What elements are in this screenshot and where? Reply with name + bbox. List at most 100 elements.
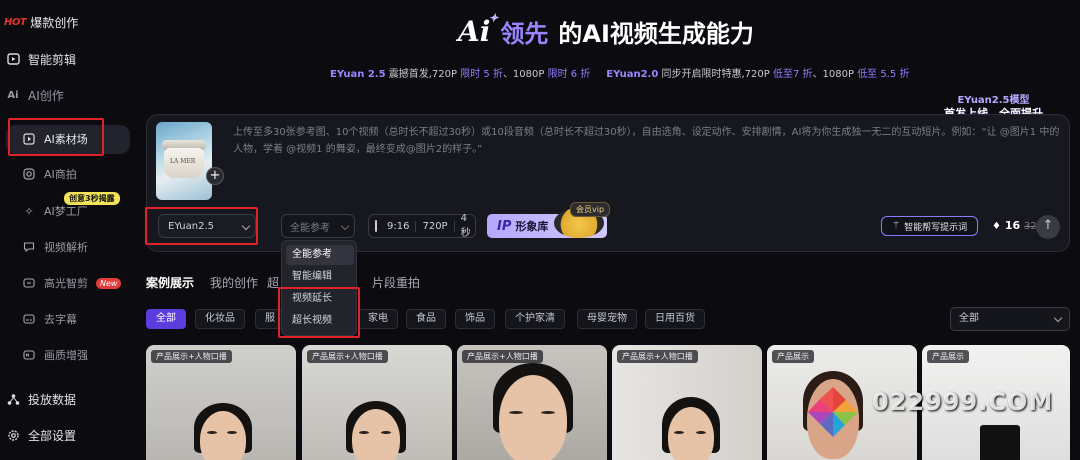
sidebar-item-video-analysis[interactable]: 视频解析 bbox=[22, 234, 88, 260]
add-reference-button[interactable]: + bbox=[206, 167, 224, 185]
filter-chip-clothing[interactable]: 服 bbox=[255, 309, 283, 329]
card-tag: 产品展示+人物口播 bbox=[462, 350, 543, 363]
hd-icon bbox=[22, 348, 36, 362]
chevron-down-icon bbox=[340, 221, 350, 231]
sidebar-item-ai-material[interactable]: AI素材场 bbox=[22, 126, 88, 152]
portrait-eye bbox=[207, 431, 217, 434]
case-card[interactable]: 产品展示+人物口播 bbox=[457, 345, 607, 460]
vip-badge: 会员vip bbox=[570, 202, 611, 217]
video-spec-select[interactable]: 9:16 720P 4秒 bbox=[368, 213, 476, 239]
chat-icon bbox=[22, 240, 36, 254]
duration-value: 4秒 bbox=[460, 213, 471, 239]
scissors-icon bbox=[22, 276, 36, 290]
arrow-up-icon: ↑ bbox=[1042, 218, 1054, 233]
sidebar: HOT 爆款创作 智能剪辑 Ai AI创作 AI素材场 AI商拍 创意3秒揭露 … bbox=[0, 0, 132, 460]
model-select[interactable]: EYuan2.5 bbox=[158, 214, 256, 238]
sidebar-item-ad-data[interactable]: 投放数据 bbox=[6, 386, 76, 412]
chevron-down-icon bbox=[241, 221, 251, 231]
filter-chip-all[interactable]: 全部 bbox=[146, 309, 186, 329]
filter-chip-baby-pet[interactable]: 母婴宠物 bbox=[577, 309, 637, 329]
card-tag: 产品展示+人物口播 bbox=[307, 350, 388, 363]
portrait-eye bbox=[509, 411, 523, 414]
sidebar-item-label: 高光智剪 bbox=[44, 277, 88, 290]
network-icon bbox=[6, 392, 20, 406]
product-box bbox=[980, 425, 1020, 460]
sidebar-item-remove-subtitle[interactable]: 去字幕 bbox=[22, 306, 77, 332]
sidebar-item-label: AI商拍 bbox=[44, 168, 77, 181]
tab-cases[interactable]: 案例展示 bbox=[146, 274, 194, 291]
sidebar-item-label: 全部设置 bbox=[28, 428, 77, 443]
filter-chip-accessories[interactable]: 饰品 bbox=[455, 309, 495, 329]
promo-subtitle: EYuan 2.5 震撼首发,720P 限时 5 折、1080P 限时 6 折 … bbox=[330, 69, 910, 80]
new-badge: New bbox=[96, 277, 122, 289]
menu-item-smart-edit[interactable]: 智能编辑 bbox=[286, 267, 354, 287]
ip-prefix: IP bbox=[497, 218, 512, 234]
sidebar-item-label: 视频解析 bbox=[44, 241, 88, 254]
portrait-face bbox=[352, 409, 400, 460]
film-icon bbox=[6, 52, 20, 66]
case-card[interactable]: 产品展示+人物口播 bbox=[612, 345, 762, 460]
submit-button[interactable]: ↑ bbox=[1036, 215, 1060, 239]
portrait-eye bbox=[381, 431, 391, 434]
sidebar-item-ai-photo[interactable]: AI商拍 bbox=[22, 161, 77, 187]
sidebar-item-label: AI素材场 bbox=[44, 133, 88, 146]
ratio-value: 9:16 bbox=[381, 220, 417, 232]
sidebar-item-label: 去字幕 bbox=[44, 313, 77, 326]
ip-label: 形象库 bbox=[515, 220, 549, 233]
content-tabs: 案例展示 我的创作 bbox=[146, 274, 258, 291]
filter-chip-cosmetics[interactable]: 化妆品 bbox=[195, 309, 245, 329]
play-square-icon bbox=[22, 132, 36, 146]
sidebar-item-smart-edit[interactable]: 智能剪辑 bbox=[6, 46, 76, 72]
credit-cost: ♦ 16 32 bbox=[992, 219, 1037, 232]
magic-wand-icon: ⚚ bbox=[892, 221, 901, 231]
reference-mode-menu: 全能参考 智能编辑 视频延长 超长视频 bbox=[281, 240, 357, 336]
sidebar-item-ai-dream[interactable]: ✧ AI梦工厂 bbox=[22, 198, 87, 224]
portrait-eye bbox=[359, 431, 369, 434]
subtitle-icon bbox=[22, 312, 36, 326]
ai-logo: Ai ✦ bbox=[458, 11, 499, 48]
filter-chip-appliances[interactable]: 家电 bbox=[358, 309, 398, 329]
sidebar-item-settings[interactable]: 全部设置 bbox=[6, 422, 76, 448]
phone-icon bbox=[375, 220, 377, 232]
page-title: Ai ✦ 领先 的AI视频生成能力 bbox=[458, 11, 754, 49]
reference-mode-select[interactable]: 全能参考 bbox=[281, 214, 355, 238]
portrait-face bbox=[499, 375, 567, 460]
sidebar-item-highlight-edit[interactable]: 高光智剪 New bbox=[22, 270, 122, 296]
menu-item-long-video[interactable]: 超长视频 bbox=[286, 311, 354, 331]
tab-partial[interactable]: 超 bbox=[267, 274, 279, 291]
filter-chip-food[interactable]: 食品 bbox=[406, 309, 446, 329]
filter-chip-daily-goods[interactable]: 日用百货 bbox=[645, 309, 705, 329]
credit-icon: ♦ bbox=[992, 221, 1001, 232]
model-value: EYuan2.5 bbox=[168, 220, 214, 232]
case-card[interactable]: 产品展示+人物口播 bbox=[302, 345, 452, 460]
title-lead: 领先 bbox=[500, 20, 549, 48]
category-select[interactable]: 全部 bbox=[950, 307, 1070, 331]
sidebar-item-label: AI创作 bbox=[28, 88, 64, 103]
portrait-eye bbox=[674, 431, 684, 434]
sparkle-icon: ✧ bbox=[24, 204, 34, 218]
watermark-text: 022999.COM bbox=[872, 388, 1054, 416]
menu-item-full-reference[interactable]: 全能参考 bbox=[286, 245, 354, 265]
smart-prompt-button[interactable]: ⚚ 智能帮写提示词 bbox=[881, 216, 979, 236]
prompt-input[interactable]: 上传至多30张参考图、10个视频（总时长不超过30秒）或10段音频（总时长不超过… bbox=[233, 124, 1063, 158]
tab-segment-reshoot[interactable]: 片段重拍 bbox=[372, 274, 420, 291]
card-tag: 产品展示+人物口播 bbox=[151, 350, 232, 363]
card-tag: 产品展示 bbox=[772, 350, 814, 363]
credit-value: 16 bbox=[1004, 219, 1021, 232]
filter-chip-personal-care[interactable]: 个护家清 bbox=[505, 309, 565, 329]
sidebar-item-quality-enhance[interactable]: 画质增强 bbox=[22, 342, 88, 368]
sidebar-item-label: 画质增强 bbox=[44, 349, 88, 362]
tab-my-creations[interactable]: 我的创作 bbox=[210, 274, 258, 291]
category-value: 全部 bbox=[959, 313, 979, 324]
case-card[interactable]: 产品展示+人物口播 bbox=[146, 345, 296, 460]
portrait-eye bbox=[227, 431, 237, 434]
gear-icon bbox=[6, 428, 20, 442]
smart-prompt-label: 智能帮写提示词 bbox=[904, 222, 968, 233]
reference-thumbnail[interactable]: LA MER bbox=[156, 122, 212, 200]
product-brand: LA MER bbox=[170, 158, 196, 165]
sidebar-item-ai-create[interactable]: Ai AI创作 bbox=[6, 82, 64, 108]
portrait-face bbox=[200, 411, 246, 460]
menu-item-video-extend[interactable]: 视频延长 bbox=[286, 289, 354, 309]
card-tag: 产品展示 bbox=[927, 350, 969, 363]
portrait-eye bbox=[541, 411, 555, 414]
